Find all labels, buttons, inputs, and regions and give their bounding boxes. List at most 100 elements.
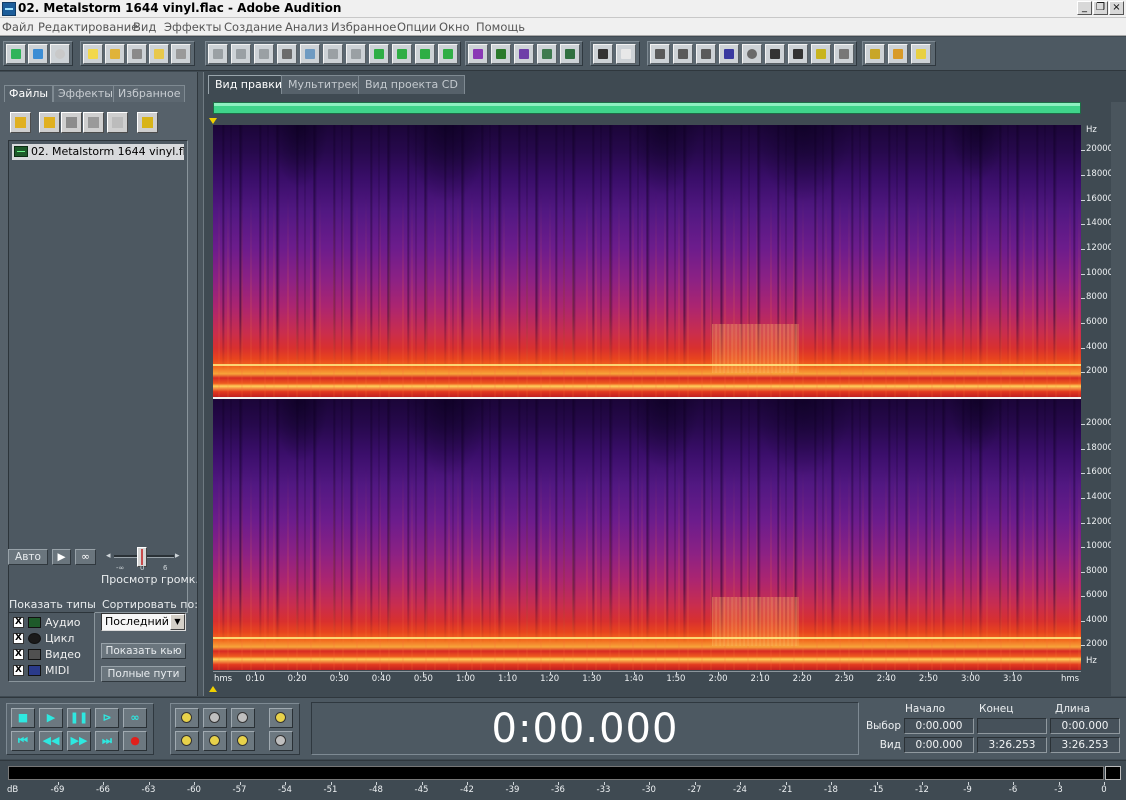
selection-end-field[interactable] (977, 718, 1047, 734)
view-end-field[interactable]: 3:26.253 (977, 737, 1047, 753)
save-all-icon[interactable] (149, 44, 169, 64)
video-checkbox[interactable]: X (13, 649, 24, 660)
menu-window[interactable]: Окно (439, 20, 470, 34)
auto-play-button[interactable]: Авто (8, 549, 48, 565)
file-item[interactable]: 02. Metalstorm 1644 vinyl.flac (12, 144, 184, 160)
type-row-loop[interactable]: X Цикл (13, 632, 93, 646)
spectral-pan-icon[interactable] (514, 44, 534, 64)
tab-multitrack[interactable]: Мультитрек (281, 75, 365, 94)
ruler-icon[interactable] (788, 44, 808, 64)
time-selection-icon[interactable] (593, 44, 613, 64)
spectrogram-left-channel[interactable] (213, 125, 1081, 397)
gear-icon[interactable] (888, 44, 908, 64)
insert-icon[interactable] (392, 44, 412, 64)
menu-generate[interactable]: Создание (224, 20, 282, 34)
spectrogram-right-channel[interactable] (213, 399, 1081, 670)
minimize-button[interactable]: _ (1077, 1, 1092, 15)
undo-icon[interactable] (208, 44, 228, 64)
type-row-video[interactable]: X Видео (13, 648, 93, 662)
zoom-selection-icon[interactable] (231, 731, 255, 751)
zoom-to-right-icon[interactable] (203, 731, 227, 751)
vertical-scroll-strip[interactable] (1111, 102, 1126, 696)
cd-view-icon[interactable] (50, 44, 70, 64)
tab-favorites[interactable]: Избранное (113, 85, 186, 102)
slider-left-arrow[interactable]: ◂ (106, 551, 111, 561)
new-icon[interactable] (83, 44, 103, 64)
menu-view[interactable]: Вид (133, 20, 156, 34)
record-button[interactable]: ● (123, 731, 147, 751)
rewind-button[interactable]: ◀◀ (39, 731, 63, 751)
view-length-field[interactable]: 3:26.253 (1050, 737, 1120, 753)
multitrack-view-icon[interactable] (28, 44, 48, 64)
window-2-icon[interactable] (673, 44, 693, 64)
zoom-full-icon[interactable] (231, 708, 255, 728)
copy-icon[interactable] (277, 44, 297, 64)
close-icon[interactable] (83, 112, 104, 133)
selection-length-field[interactable]: 0:00.000 (1050, 718, 1120, 734)
zoom-to-left-icon[interactable] (175, 731, 199, 751)
spectral-phase-icon[interactable] (537, 44, 557, 64)
play-to-end-button[interactable]: ⊳ (95, 708, 119, 728)
open-icon[interactable] (105, 44, 125, 64)
tab-effects[interactable]: Эффекты (53, 85, 118, 102)
zoom-out-vertical-icon[interactable] (269, 731, 293, 751)
settings-icon[interactable] (865, 44, 885, 64)
panel-splitter[interactable] (197, 72, 204, 696)
go-to-end-button[interactable]: ⏭ (95, 731, 119, 751)
spectral-view-icon[interactable] (468, 44, 488, 64)
clip-indicator[interactable] (1105, 766, 1121, 780)
help-icon[interactable] (911, 44, 931, 64)
close-file-icon[interactable] (171, 44, 191, 64)
loop-play-button[interactable]: ∞ (123, 708, 147, 728)
sort-select[interactable]: Последний д ▼ (101, 613, 186, 631)
menu-help[interactable]: Помощь (476, 20, 525, 34)
loop-preview-button[interactable]: ∞ (75, 549, 96, 565)
waveform-view-icon[interactable] (6, 44, 26, 64)
start-marker-top-icon[interactable] (209, 118, 217, 124)
app-icon[interactable] (2, 2, 16, 16)
waveform-icon[interactable] (491, 44, 511, 64)
menu-edit[interactable]: Редактирование (38, 20, 138, 34)
chevron-down-icon[interactable]: ▼ (170, 614, 185, 630)
type-row-audio[interactable]: X Аудио (13, 616, 93, 630)
insert-file-icon[interactable] (107, 112, 128, 133)
menu-effects[interactable]: Эффекты (164, 20, 222, 34)
start-marker-bottom-icon[interactable] (209, 686, 217, 692)
selection-start-field[interactable]: 0:00.000 (904, 718, 974, 734)
import-icon[interactable] (10, 112, 31, 133)
zoom-icon[interactable] (742, 44, 762, 64)
redo-icon[interactable] (231, 44, 251, 64)
fast-forward-button[interactable]: ▶▶ (67, 731, 91, 751)
tab-cd-project[interactable]: Вид проекта CD (358, 75, 465, 94)
tab-edit-view[interactable]: Вид правки (208, 75, 289, 94)
time-ruler[interactable]: hms hms 0:10 0:20 0:30 0:40 0:50 1:00 1:10 1:20… (213, 671, 1081, 686)
marquee-icon[interactable] (616, 44, 636, 64)
zoom-out-horizontal-icon[interactable] (203, 708, 227, 728)
trim-icon[interactable] (346, 44, 366, 64)
paste-icon[interactable] (300, 44, 320, 64)
midi-checkbox[interactable]: X (13, 665, 24, 676)
zoom-in-horizontal-icon[interactable] (175, 708, 199, 728)
menu-file[interactable]: Файл (2, 20, 34, 34)
play-marker-icon[interactable] (719, 44, 739, 64)
loop-checkbox[interactable]: X (13, 633, 24, 644)
overview-bar[interactable] (213, 102, 1081, 114)
repeat-icon[interactable] (254, 44, 274, 64)
show-cues-button[interactable]: Показать кью (101, 643, 186, 659)
bar-icon[interactable] (834, 44, 854, 64)
full-paths-button[interactable]: Полные пути (101, 666, 186, 682)
view-start-field[interactable]: 0:00.000 (904, 737, 974, 753)
play-button[interactable]: ▶ (39, 708, 63, 728)
maximize-button[interactable]: ❐ (1093, 1, 1108, 15)
open-folder-icon[interactable] (39, 112, 60, 133)
window-1-icon[interactable] (650, 44, 670, 64)
stop-button[interactable]: ■ (11, 708, 35, 728)
go-to-start-button[interactable]: ⏮ (11, 731, 35, 751)
play-preview-button[interactable]: ▶ (52, 549, 71, 565)
extract-icon[interactable] (415, 44, 435, 64)
pause-button[interactable]: ❚❚ (67, 708, 91, 728)
menu-options[interactable]: Опции (397, 20, 436, 34)
menu-favorites[interactable]: Избранное (331, 20, 396, 34)
menu-analyze[interactable]: Анализ (285, 20, 328, 34)
slider-right-arrow[interactable]: ▸ (175, 551, 180, 561)
